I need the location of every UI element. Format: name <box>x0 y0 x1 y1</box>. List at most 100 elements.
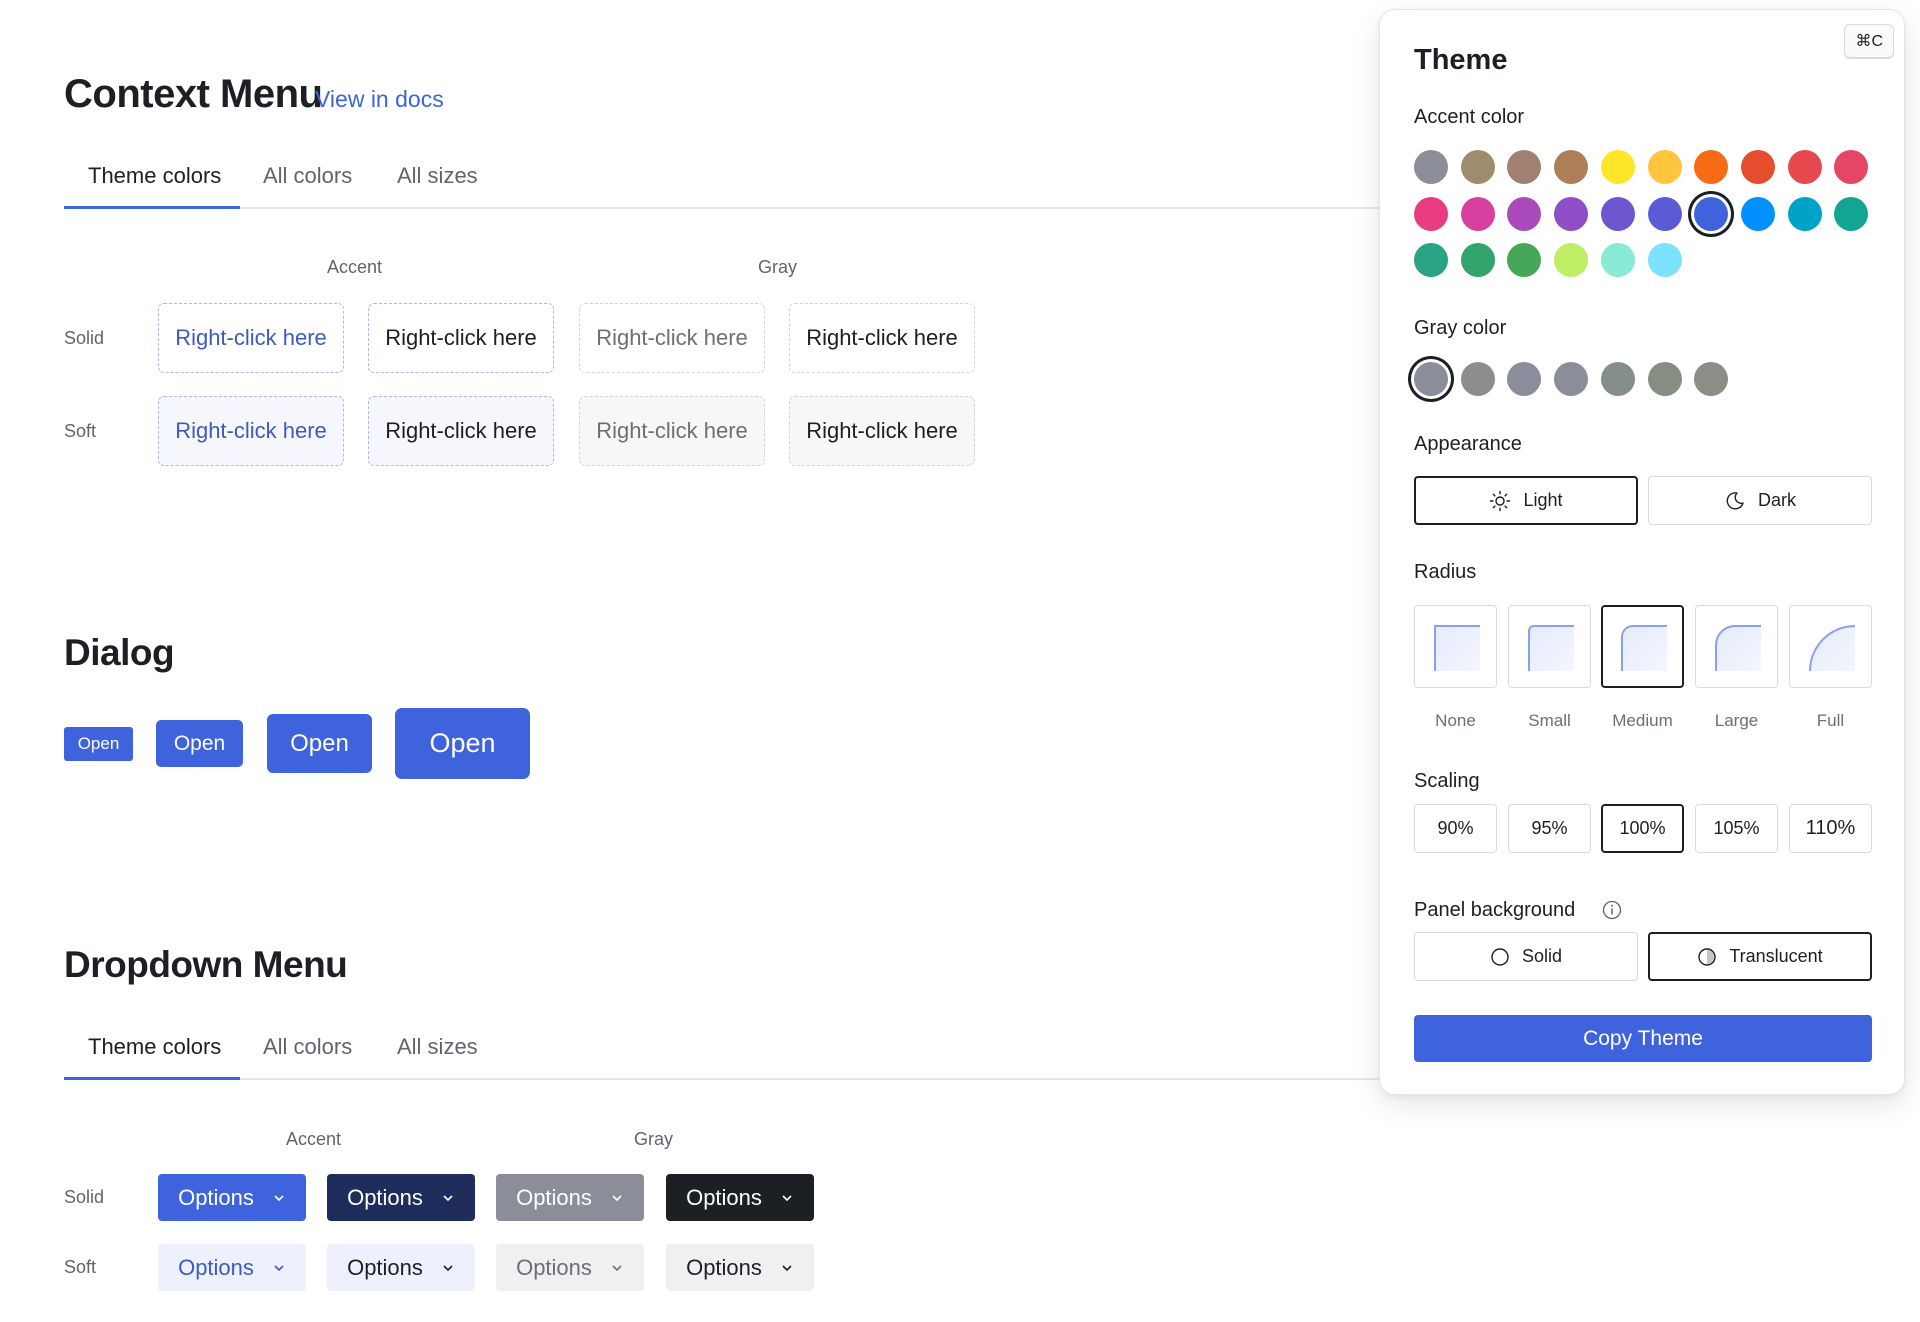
panel-background-translucent-button[interactable]: Translucent <box>1648 932 1872 981</box>
accent-color-swatch[interactable] <box>1460 243 1495 278</box>
column-header-accent: Accent <box>286 1129 342 1149</box>
tab-all-sizes[interactable]: All sizes <box>397 163 478 209</box>
open-dialog-button-size-2[interactable]: Open <box>156 720 243 767</box>
radius-small-option[interactable] <box>1508 605 1591 688</box>
gray-color-swatch[interactable] <box>1460 362 1495 396</box>
row-header-soft: Soft <box>64 1257 97 1277</box>
accent-color-swatch[interactable] <box>1600 150 1635 184</box>
dropdown-trigger-gray-soft-high-contrast[interactable]: Options <box>666 1244 814 1291</box>
accent-color-swatch[interactable] <box>1414 196 1448 231</box>
panel-background-label: Panel background <box>1414 899 1576 921</box>
panel-background-solid-button[interactable]: Solid <box>1414 932 1638 981</box>
context-menu-trigger-gray-solid-high-contrast[interactable]: Right-click here <box>789 303 975 373</box>
radius-full-option[interactable] <box>1789 605 1872 688</box>
radius-small-label: Small <box>1528 711 1571 730</box>
tab-all-colors[interactable]: All colors <box>263 163 352 209</box>
column-header-gray: Gray <box>634 1129 674 1149</box>
accent-color-swatch[interactable] <box>1554 243 1589 278</box>
context-menu-trigger-accent-solid-high-contrast[interactable]: Right-click here <box>368 303 554 373</box>
appearance-dark-label: Dark <box>1757 490 1796 510</box>
dropdown-trigger-label: Options <box>686 1254 762 1280</box>
dropdown-menu-title: Dropdown Menu <box>64 944 348 985</box>
context-menu-trigger-accent-soft-high-contrast[interactable]: Right-click here <box>368 396 554 466</box>
accent-color-swatch[interactable] <box>1647 150 1682 184</box>
dropdown-trigger-label: Options <box>347 1254 423 1280</box>
accent-color-swatch[interactable] <box>1554 150 1589 184</box>
tab-theme-colors[interactable]: Theme colors <box>88 1034 221 1080</box>
accent-color-swatch[interactable] <box>1834 196 1869 231</box>
dropdown-trigger-gray-solid[interactable]: Options <box>496 1174 644 1221</box>
gray-color-swatch[interactable] <box>1647 362 1682 396</box>
open-dialog-button-size-3[interactable]: Open <box>267 714 372 773</box>
accent-color-swatch[interactable] <box>1507 196 1542 231</box>
panel-background-translucent-label: Translucent <box>1729 946 1823 966</box>
dropdown-trigger-accent-soft[interactable]: Options <box>158 1244 306 1291</box>
dropdown-trigger-accent-soft-high-contrast[interactable]: Options <box>327 1244 475 1291</box>
context-menu-trigger-gray-soft-high-contrast[interactable]: Right-click here <box>789 396 975 466</box>
dropdown-trigger-accent-solid[interactable]: Options <box>158 1174 306 1221</box>
accent-color-swatch[interactable] <box>1414 243 1448 278</box>
scaling-90-option[interactable]: 90% <box>1414 804 1497 853</box>
accent-color-swatch[interactable] <box>1600 243 1635 278</box>
radius-large-option[interactable] <box>1695 605 1778 688</box>
active-tab-indicator <box>64 206 240 209</box>
accent-color-swatch[interactable] <box>1647 243 1682 278</box>
info-icon[interactable] <box>1601 899 1623 921</box>
gray-color-swatch[interactable] <box>1554 362 1589 396</box>
gray-color-swatch[interactable] <box>1414 362 1448 396</box>
scaling-95-option[interactable]: 95% <box>1508 804 1591 853</box>
copy-theme-button[interactable]: Copy Theme <box>1414 1015 1872 1062</box>
accent-color-swatch[interactable] <box>1600 196 1635 231</box>
scaling-label: Scaling <box>1414 770 1480 792</box>
theme-panel-title: Theme <box>1414 44 1508 76</box>
scaling-110-option[interactable]: 110% <box>1789 804 1872 853</box>
view-in-docs-link[interactable]: View in docs <box>315 86 444 113</box>
accent-color-swatch[interactable] <box>1507 243 1542 278</box>
accent-color-swatch[interactable] <box>1460 196 1495 231</box>
scaling-100-option[interactable]: 100% <box>1601 804 1684 853</box>
context-menu-trigger-accent-soft[interactable]: Right-click here <box>158 396 344 466</box>
context-menu-trigger-accent-solid[interactable]: Right-click here <box>158 303 344 373</box>
appearance-light-label: Light <box>1523 490 1563 510</box>
radius-medium-option[interactable] <box>1601 605 1684 688</box>
radius-preview <box>1620 624 1667 671</box>
circle-outline-icon <box>1491 947 1509 966</box>
dialog-title: Dialog <box>64 632 175 673</box>
accent-color-swatch[interactable] <box>1740 196 1775 231</box>
context-menu-trigger-gray-solid[interactable]: Right-click here <box>579 303 765 373</box>
dropdown-trigger-gray-solid-high-contrast[interactable]: Options <box>666 1174 814 1221</box>
dropdown-trigger-accent-solid-high-contrast[interactable]: Options <box>327 1174 475 1221</box>
accent-color-swatch[interactable] <box>1507 150 1542 184</box>
accent-color-swatch[interactable] <box>1647 196 1682 231</box>
dropdown-trigger-gray-soft[interactable]: Options <box>496 1244 644 1291</box>
appearance-light-button[interactable]: Light <box>1414 476 1638 525</box>
tab-theme-colors[interactable]: Theme colors <box>88 163 221 209</box>
radius-none-option[interactable] <box>1414 605 1497 688</box>
dropdown-trigger-label: Options <box>516 1184 592 1210</box>
accent-color-swatch[interactable] <box>1694 150 1729 184</box>
context-menu-tabs: Theme colors All colors All sizes <box>64 147 1380 209</box>
accent-color-swatch[interactable] <box>1834 150 1869 184</box>
open-dialog-button-size-1[interactable]: Open <box>64 727 133 761</box>
scaling-105-option[interactable]: 105% <box>1695 804 1778 853</box>
tab-all-colors[interactable]: All colors <box>263 1034 352 1080</box>
accent-color-swatch[interactable] <box>1740 150 1775 184</box>
active-tab-indicator <box>64 1077 240 1080</box>
appearance-dark-button[interactable]: Dark <box>1648 476 1872 525</box>
chevron-down-icon <box>782 1194 792 1201</box>
context-menu-trigger-gray-soft[interactable]: Right-click here <box>579 396 765 466</box>
accent-color-swatch[interactable] <box>1694 196 1729 231</box>
gray-color-swatch[interactable] <box>1600 362 1635 396</box>
accent-color-swatch[interactable] <box>1414 150 1448 184</box>
tab-all-sizes[interactable]: All sizes <box>397 1034 478 1080</box>
gray-color-swatch[interactable] <box>1694 362 1729 396</box>
accent-color-swatch[interactable] <box>1460 150 1495 184</box>
open-dialog-button-size-4[interactable]: Open <box>395 708 530 779</box>
accent-color-swatch[interactable] <box>1787 150 1822 184</box>
copy-shortcut-hint: ⌘C <box>1844 24 1894 58</box>
accent-color-swatch[interactable] <box>1554 196 1589 231</box>
dropdown-menu-tabs: Theme colors All colors All sizes <box>64 1018 1380 1080</box>
gray-color-swatch[interactable] <box>1507 362 1542 396</box>
column-header-accent: Accent <box>327 257 383 277</box>
accent-color-swatch[interactable] <box>1787 196 1822 231</box>
